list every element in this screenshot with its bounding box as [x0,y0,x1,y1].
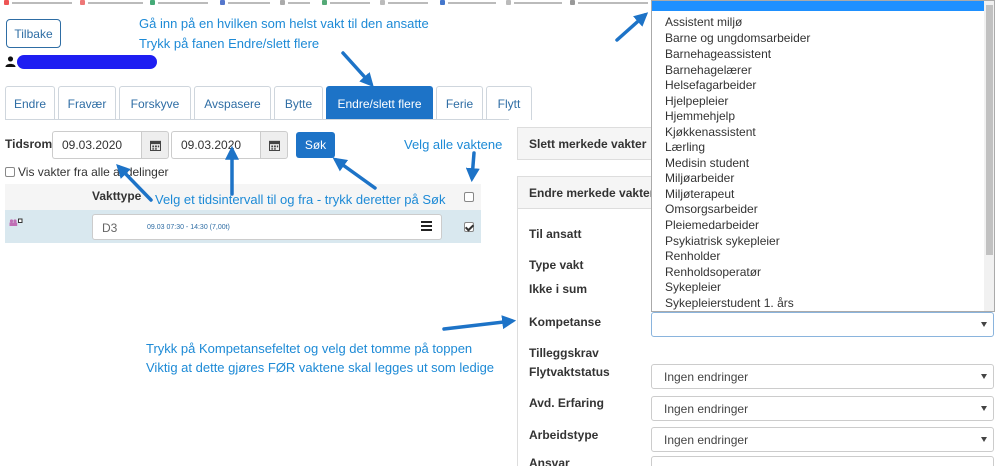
dropdown-option[interactable]: Pleiemedarbeider [665,218,759,232]
dropdown-option[interactable]: Renholdsoperatør [665,265,761,279]
to-date-calendar-button[interactable] [260,131,288,159]
to-date-input[interactable]: 09.03.2020 [171,131,260,159]
dropdown-option[interactable]: Miljøarbeider [665,171,734,185]
period-label: Tidsrom [5,137,53,151]
people-icon [9,218,23,226]
competence-dropdown-list: Assistent miljø Barne og ungdomsarbeider… [651,0,995,312]
bookmark[interactable] [220,0,270,5]
chevron-down-icon [981,322,987,327]
select-all-checkbox[interactable] [464,192,474,202]
tab-avspasere[interactable]: Avspasere [194,86,271,120]
row-checkbox[interactable] [464,222,474,232]
dropdown-option[interactable]: Hjemmehjelp [665,109,735,123]
annotation-interval-note: Velg et tidsintervall til og fra - trykk… [155,192,446,207]
dropdown-option[interactable]: Miljøterapeut [665,187,734,201]
annotation-competence-note-1: Trykk på Kompetansefeltet og velg det to… [146,341,473,356]
show-all-departments-label: Vis vakter fra alle avdelinger [18,165,169,179]
dropdown-option[interactable]: Barne og ungdomsarbeider [665,31,810,45]
work-type-select[interactable]: Ingen endringer [651,427,994,452]
from-date-calendar-button[interactable] [141,131,169,159]
tab-bar: Endre Fravær Forskyve Avspasere Bytte En… [5,86,535,120]
dropdown-option[interactable]: Sykepleier [665,280,721,294]
dropdown-scrollbar-thumb[interactable] [986,5,993,255]
label-flex-status: Flytvaktstatus [529,365,610,379]
employee-name-redacted [17,55,157,69]
bookmark[interactable] [380,0,428,5]
bookmark[interactable] [4,0,72,5]
annotation-competence-note-2: Viktig at dette gjøres FØR vaktene skal … [146,360,495,375]
dropdown-option-empty-selected[interactable] [652,1,984,11]
dropdown-option[interactable]: Medisin student [665,156,749,170]
tab-endre-slett-flere[interactable]: Endre/slett flere [326,86,433,120]
panel-border [517,208,518,466]
tab-ferie[interactable]: Ferie [436,86,483,120]
tab-flytt[interactable]: Flytt [486,86,532,120]
shift-code: D3 [102,221,118,235]
label-supplement: Tilleggskrav [529,346,599,360]
shift-field[interactable] [92,214,442,240]
competence-select[interactable] [651,312,994,337]
annotation-tab-note-1: Gå inn på en hvilken som helst vakt til … [139,16,429,31]
calendar-icon [149,140,161,151]
dropdown-option[interactable]: Sykepleierstudent 1. års [665,296,794,310]
tab-underline [5,119,509,120]
dropdown-option[interactable]: Omsorgsarbeider [665,202,758,216]
label-not-in-sum: Ikke i sum [529,282,588,296]
annotation-select-all-note: Velg alle vaktene [404,137,503,152]
tab-endre[interactable]: Endre [5,86,55,120]
dropdown-option[interactable]: Barnehageassistent [665,47,771,61]
chevron-down-icon [981,374,987,379]
label-work-type: Arbeidstype [529,428,599,442]
shift-time: 09.03 07:30 - 14:30 (7,00t) [147,224,230,231]
calendar-icon [268,140,280,151]
screen: Tilbake Endre Fravær Forskyve Avspasere … [0,0,999,466]
tab-fravaer[interactable]: Fravær [58,86,116,120]
annotation-tab-note-2: Trykk på fanen Endre/slett flere [139,36,320,51]
bookmark[interactable] [570,0,648,5]
flex-status-select[interactable]: Ingen endringer [651,364,994,389]
bookmark[interactable] [280,0,310,5]
back-button[interactable]: Tilbake [6,19,61,48]
responsibility-select[interactable] [651,456,994,466]
employee-row [5,53,16,69]
dropdown-option[interactable]: Assistent miljø [665,15,742,29]
dept-experience-select[interactable]: Ingen endringer [651,396,994,421]
from-date-input[interactable]: 09.03.2020 [52,131,141,159]
dropdown-option[interactable]: Helsefagarbeider [665,78,756,92]
menu-icon[interactable] [421,221,432,231]
show-all-departments-checkbox[interactable] [5,167,15,177]
user-icon [5,55,16,67]
dropdown-option[interactable]: Barnehagelærer [665,63,752,77]
search-button[interactable]: Søk [296,132,335,158]
dropdown-option[interactable]: Lærling [665,140,705,154]
edit-selected-panel-header[interactable]: Endre merkede vakter [517,176,657,209]
to-date-group: 09.03.2020 [171,131,288,159]
bookmark[interactable] [150,0,208,5]
column-header-shift-type: Vakttype [92,189,142,203]
tab-forskyve[interactable]: Forskyve [119,86,191,120]
delete-selected-panel-header[interactable]: Slett merkede vakter [517,127,657,160]
bookmark[interactable] [506,0,562,5]
chevron-down-icon [981,437,987,442]
dropdown-option[interactable]: Psykiatrisk sykepleier [665,234,780,248]
label-dept-experience: Avd. Erfaring [529,396,604,410]
bookmark[interactable] [322,0,370,5]
label-responsibility: Ansvar [529,456,570,466]
tab-bytte[interactable]: Bytte [274,86,323,120]
bookmark[interactable] [440,0,496,5]
label-to-employee: Til ansatt [529,227,582,241]
label-competence: Kompetanse [529,315,602,329]
bookmarks-bar [0,0,648,6]
chevron-down-icon [981,406,987,411]
dropdown-option[interactable]: Kjøkkenassistent [665,125,756,139]
bookmark[interactable] [80,0,143,5]
label-shift-type: Type vakt [529,258,584,272]
dropdown-option[interactable]: Hjelpepleier [665,94,728,108]
dropdown-option[interactable]: Renholder [665,249,720,263]
from-date-group: 09.03.2020 [52,131,169,159]
